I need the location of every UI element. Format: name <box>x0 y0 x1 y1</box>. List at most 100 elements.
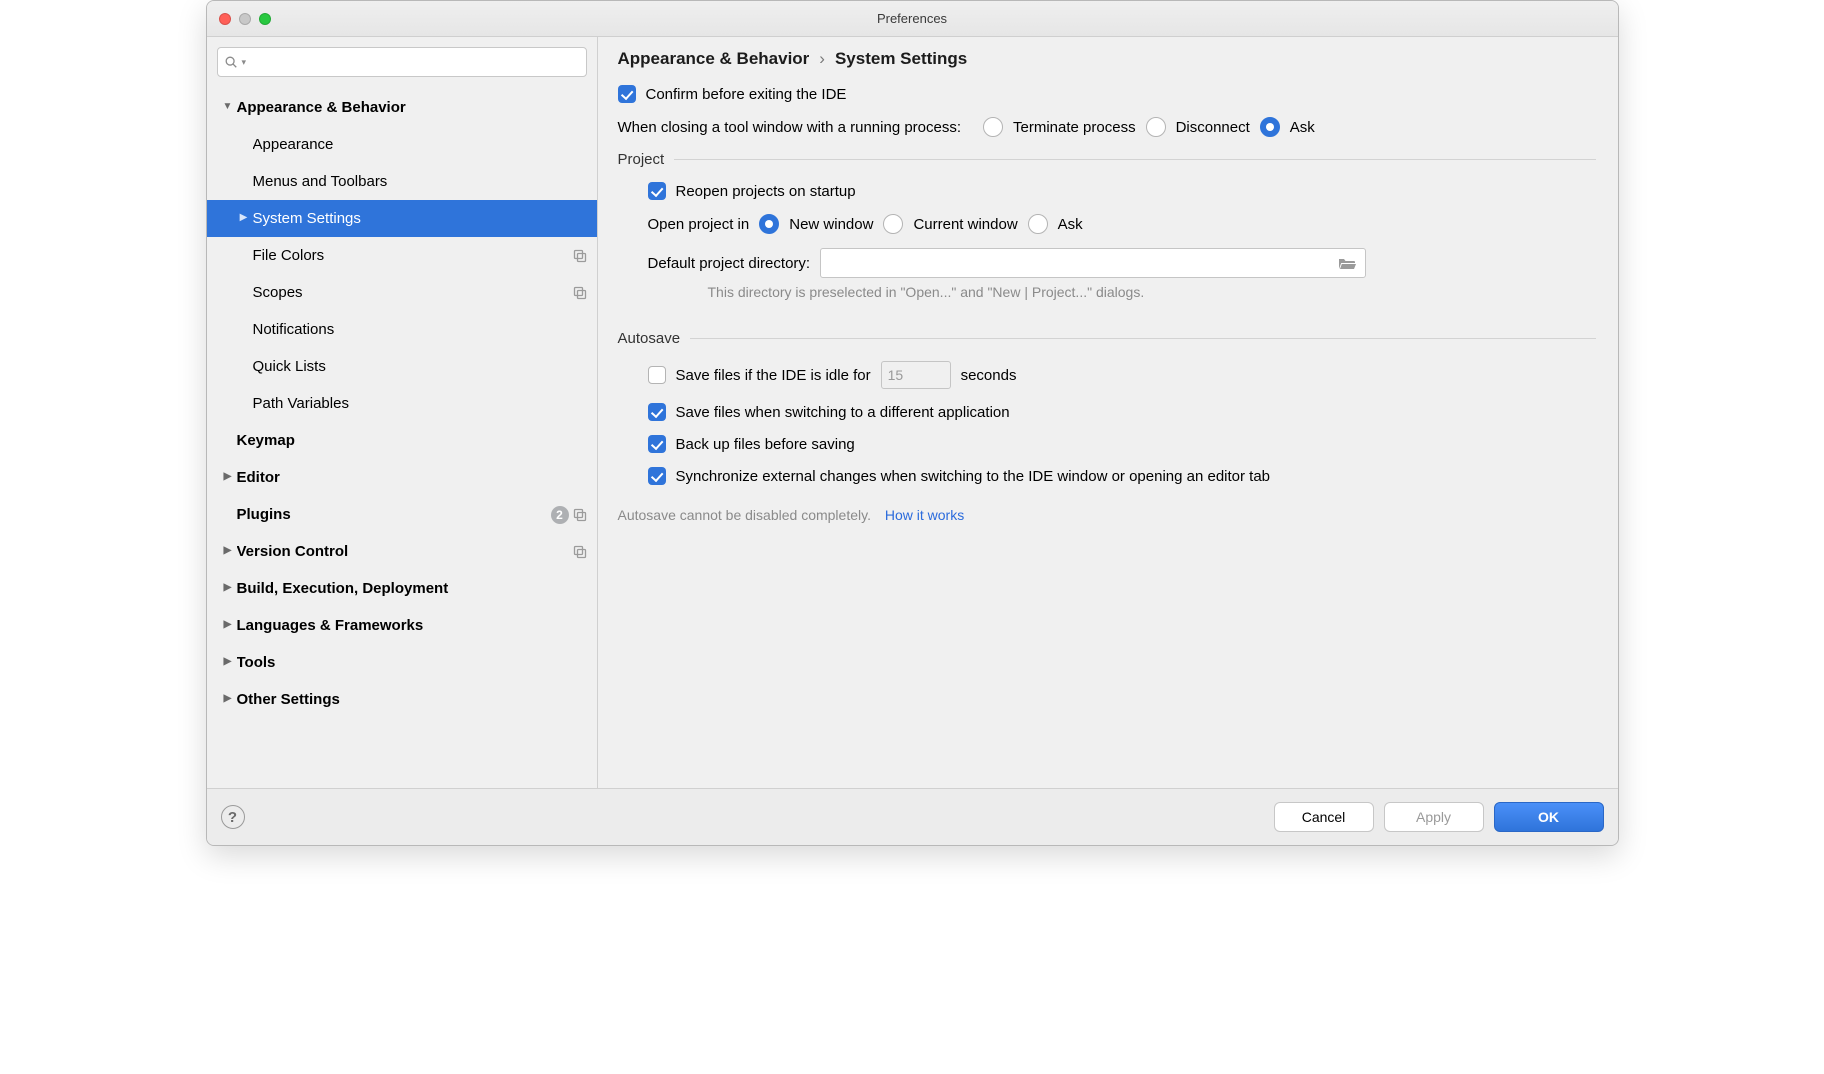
project-section-label: Project <box>618 151 665 168</box>
divider <box>674 159 1595 160</box>
expand-arrow-icon: ▶ <box>235 323 253 334</box>
tree-item-label: Keymap <box>237 432 587 449</box>
tree-item[interactable]: ▶Build, Execution, Deployment <box>207 570 597 607</box>
expand-arrow-icon: ▶ <box>219 582 237 593</box>
closing-terminate-label: Terminate process <box>1013 119 1136 136</box>
closing-tool-label: When closing a tool window with a runnin… <box>618 119 962 136</box>
open-project-in-label: Open project in <box>648 216 750 233</box>
tree-item-label: Menus and Toolbars <box>253 173 587 190</box>
save-idle-label-after: seconds <box>961 367 1017 384</box>
save-idle-label-before: Save files if the IDE is idle for <box>676 367 871 384</box>
tree-item[interactable]: ▶Notifications <box>207 311 597 348</box>
tree-item[interactable]: ▶Version Control <box>207 533 597 570</box>
default-dir-input[interactable] <box>821 249 1333 277</box>
project-section-header: Project <box>618 151 1596 168</box>
breadcrumb: Appearance & Behavior › System Settings <box>618 49 1596 85</box>
open-new-window-radio[interactable] <box>759 214 779 234</box>
tree-item-label: Appearance <box>253 136 587 153</box>
save-idle-seconds-input[interactable] <box>881 361 951 389</box>
zoom-window-button[interactable] <box>259 13 271 25</box>
titlebar: Preferences <box>207 1 1618 37</box>
search-box[interactable]: ▾ <box>217 47 587 77</box>
closing-ask-radio[interactable] <box>1260 117 1280 137</box>
search-input[interactable] <box>250 54 579 71</box>
cancel-button[interactable]: Cancel <box>1274 802 1374 832</box>
apply-button[interactable]: Apply <box>1384 802 1484 832</box>
save-switch-app-checkbox[interactable] <box>648 403 666 421</box>
open-current-window-radio[interactable] <box>883 214 903 234</box>
open-ask-radio[interactable] <box>1028 214 1048 234</box>
tree-item[interactable]: ▶Quick Lists <box>207 348 597 385</box>
folder-open-icon <box>1338 256 1356 270</box>
save-idle-checkbox[interactable] <box>648 366 666 384</box>
ok-button[interactable]: OK <box>1494 802 1604 832</box>
confirm-exit-label: Confirm before exiting the IDE <box>646 86 847 103</box>
expand-arrow-icon: ▶ <box>235 397 253 408</box>
closing-disconnect-label: Disconnect <box>1176 119 1250 136</box>
expand-arrow-icon: ▶ <box>219 434 237 445</box>
close-window-button[interactable] <box>219 13 231 25</box>
preferences-window: Preferences ▾ ▼Appearance & Behavior▶App… <box>206 0 1619 846</box>
window-title: Preferences <box>207 11 1618 26</box>
expand-arrow-icon: ▶ <box>219 471 237 482</box>
project-level-icon <box>573 508 587 522</box>
default-dir-label: Default project directory: <box>648 255 811 272</box>
tree-item-label: Version Control <box>237 543 573 560</box>
breadcrumb-separator: › <box>819 49 825 69</box>
tree-item[interactable]: ▶Menus and Toolbars <box>207 163 597 200</box>
reopen-projects-checkbox[interactable] <box>648 182 666 200</box>
expand-arrow-icon: ▶ <box>235 249 253 260</box>
expand-arrow-icon: ▶ <box>235 175 253 186</box>
dialog-footer: ? Cancel Apply OK <box>207 789 1618 845</box>
tree-item[interactable]: ▼Appearance & Behavior <box>207 89 597 126</box>
expand-arrow-icon: ▶ <box>219 619 237 630</box>
open-ask-label: Ask <box>1058 216 1083 233</box>
backup-files-checkbox[interactable] <box>648 435 666 453</box>
project-level-icon <box>573 249 587 263</box>
window-controls <box>207 13 271 25</box>
main-panel: Appearance & Behavior › System Settings … <box>598 37 1618 788</box>
divider <box>690 338 1595 339</box>
backup-files-label: Back up files before saving <box>676 436 855 453</box>
browse-folder-button[interactable] <box>1333 251 1361 275</box>
sync-external-checkbox[interactable] <box>648 467 666 485</box>
search-icon <box>224 55 238 69</box>
tree-item[interactable]: ▶Keymap <box>207 422 597 459</box>
search-history-icon[interactable]: ▾ <box>242 57 247 68</box>
expand-arrow-icon: ▶ <box>219 545 237 556</box>
project-level-icon <box>573 545 587 559</box>
autosave-section-header: Autosave <box>618 330 1596 347</box>
tree-item[interactable]: ▶System Settings <box>207 200 597 237</box>
tree-item[interactable]: ▶Languages & Frameworks <box>207 607 597 644</box>
closing-ask-label: Ask <box>1290 119 1315 136</box>
save-switch-app-label: Save files when switching to a different… <box>676 404 1010 421</box>
tree-item[interactable]: ▶Editor <box>207 459 597 496</box>
help-button[interactable]: ? <box>221 805 245 829</box>
minimize-window-button[interactable] <box>239 13 251 25</box>
tree-item-label: Scopes <box>253 284 573 301</box>
sidebar: ▾ ▼Appearance & Behavior▶Appearance▶Menu… <box>207 37 598 788</box>
expand-arrow-icon: ▼ <box>219 101 237 112</box>
reopen-projects-label: Reopen projects on startup <box>676 183 856 200</box>
tree-item[interactable]: ▶Plugins2 <box>207 496 597 533</box>
tree-item[interactable]: ▶File Colors <box>207 237 597 274</box>
how-it-works-link[interactable]: How it works <box>885 507 964 523</box>
tree-item-label: Editor <box>237 469 587 486</box>
tree-item[interactable]: ▶Scopes <box>207 274 597 311</box>
expand-arrow-icon: ▶ <box>235 286 253 297</box>
tree-item[interactable]: ▶Appearance <box>207 126 597 163</box>
tree-item-label: Quick Lists <box>253 358 587 375</box>
tree-item-label: Plugins <box>237 506 551 523</box>
closing-terminate-radio[interactable] <box>983 117 1003 137</box>
breadcrumb-current: System Settings <box>835 49 967 69</box>
open-new-window-label: New window <box>789 216 873 233</box>
expand-arrow-icon: ▶ <box>219 693 237 704</box>
breadcrumb-parent[interactable]: Appearance & Behavior <box>618 49 810 69</box>
tree-item[interactable]: ▶Path Variables <box>207 385 597 422</box>
tree-item[interactable]: ▶Other Settings <box>207 681 597 718</box>
tree-item[interactable]: ▶Tools <box>207 644 597 681</box>
confirm-exit-checkbox[interactable] <box>618 85 636 103</box>
autosave-note: Autosave cannot be disabled completely. … <box>618 507 1596 523</box>
sync-external-label: Synchronize external changes when switch… <box>676 468 1271 485</box>
closing-disconnect-radio[interactable] <box>1146 117 1166 137</box>
